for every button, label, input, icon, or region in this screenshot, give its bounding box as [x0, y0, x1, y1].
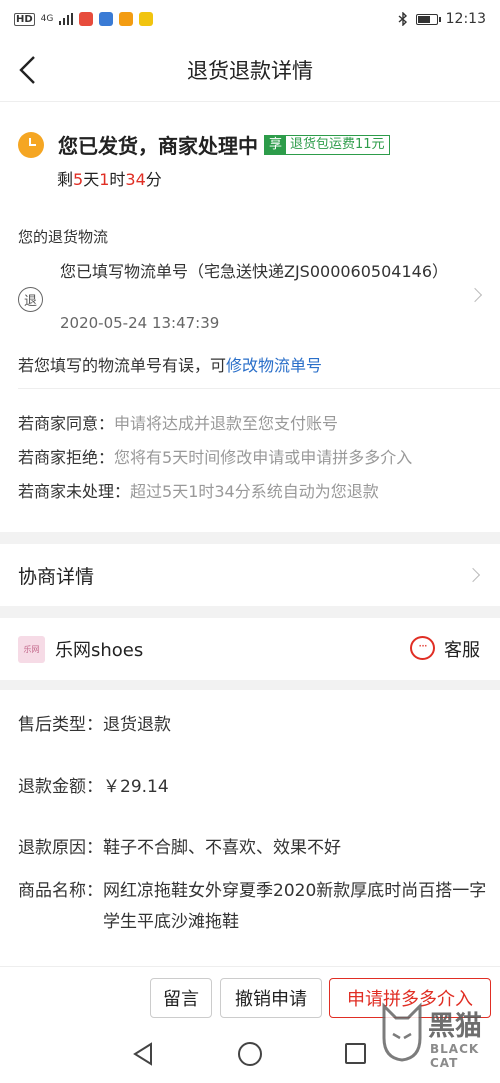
negotiation-label: 协商详情 — [18, 566, 95, 588]
info-row-reason: 退款原因：鞋子不合脚、不喜欢、效果不好 — [18, 838, 341, 858]
return-status-card: 您已发货，商家处理中 享 退货包运费11元 剩5天1时34分 您的退货物流 退 … — [0, 102, 500, 532]
signal-bars-icon — [59, 13, 74, 25]
cancel-request-button[interactable]: 撤销申请 — [220, 978, 322, 1018]
shipping-promo-badge: 享 退货包运费11元 — [264, 134, 390, 155]
rule-row: 若商家拒绝：您将有5天时间修改申请或申请拼多多介入 — [18, 448, 413, 467]
rule-row: 若商家同意：申请将达成并退款至您支付账号 — [18, 414, 339, 433]
signal-indicator: 4G — [40, 13, 54, 24]
back-triangle-icon[interactable] — [132, 1042, 154, 1066]
info-row-amount: 退款金额：￥29.14 — [18, 777, 169, 797]
app-notification-icon — [99, 12, 114, 26]
nav-bar: 退货退款详情 — [0, 38, 500, 102]
app-notification-icon — [79, 12, 94, 26]
info-row-type: 售后类型：退货退款 — [18, 715, 171, 735]
customer-service-button[interactable]: 客服 — [444, 636, 480, 662]
modify-tracking-link[interactable]: 修改物流单号 — [226, 356, 322, 375]
watermark-logo: 黑猫 BLACK CAT — [378, 996, 496, 1078]
back-arrow-icon[interactable] — [16, 54, 44, 86]
bluetooth-icon — [398, 12, 407, 26]
status-title: 您已发货，商家处理中 — [58, 134, 258, 158]
logistics-tracking-text[interactable]: 您已填写物流单号（宅急送快递ZJS000060504146） — [60, 257, 470, 286]
app-notification-icon — [119, 12, 134, 26]
page-title: 退货退款详情 — [187, 58, 313, 83]
shop-row: 乐网 乐网shoes ··· 客服 — [0, 618, 500, 680]
divider — [18, 388, 500, 389]
clock-time: 12:13 — [445, 11, 486, 27]
chevron-right-icon — [465, 567, 481, 583]
logistics-label: 您的退货物流 — [18, 228, 109, 246]
clock-icon — [18, 131, 44, 158]
logistics-timestamp: 2020-05-24 13:47:39 — [60, 314, 220, 332]
message-button[interactable]: 留言 — [150, 978, 212, 1018]
promo-text: 退货包运费11元 — [290, 136, 385, 152]
rule-row: 若商家未处理：超过5天1时34分系统自动为您退款 — [18, 482, 379, 501]
chat-bubble-icon[interactable]: ··· — [410, 636, 435, 660]
cat-head-icon — [382, 1002, 422, 1062]
info-row-product: 商品名称： 网红凉拖鞋女外穿夏季2020新款厚底时尚百搭一字学生平底沙滩拖鞋 — [18, 881, 487, 932]
watermark-text: 黑猫 — [428, 1011, 482, 1042]
negotiation-details-row[interactable]: 协商详情 — [0, 544, 500, 606]
shop-name[interactable]: 乐网shoes — [55, 636, 143, 662]
app-notification-icon — [139, 12, 154, 26]
watermark-subtext: BLACK CAT — [430, 1042, 480, 1070]
return-icon: 退 — [18, 287, 43, 312]
battery-icon — [415, 13, 441, 25]
shop-logo: 乐网 — [18, 636, 45, 663]
modify-tracking-hint: 若您填写的物流单号有误，可修改物流单号 — [18, 356, 323, 375]
countdown-text: 剩5天1时34分 — [57, 170, 162, 189]
status-row: 您已发货，商家处理中 享 退货包运费11元 — [18, 130, 390, 159]
home-circle-icon[interactable] — [238, 1042, 262, 1066]
hd-indicator: HD — [14, 12, 35, 26]
refund-info-card: 售后类型：退货退款 退款金额：￥29.14 退款原因：鞋子不合脚、不喜欢、效果不… — [0, 690, 500, 966]
status-bar: HD 4G 12:13 — [0, 0, 500, 38]
recents-square-icon[interactable] — [345, 1043, 366, 1064]
promo-key: 享 — [265, 135, 287, 154]
chevron-right-icon[interactable] — [467, 287, 483, 303]
